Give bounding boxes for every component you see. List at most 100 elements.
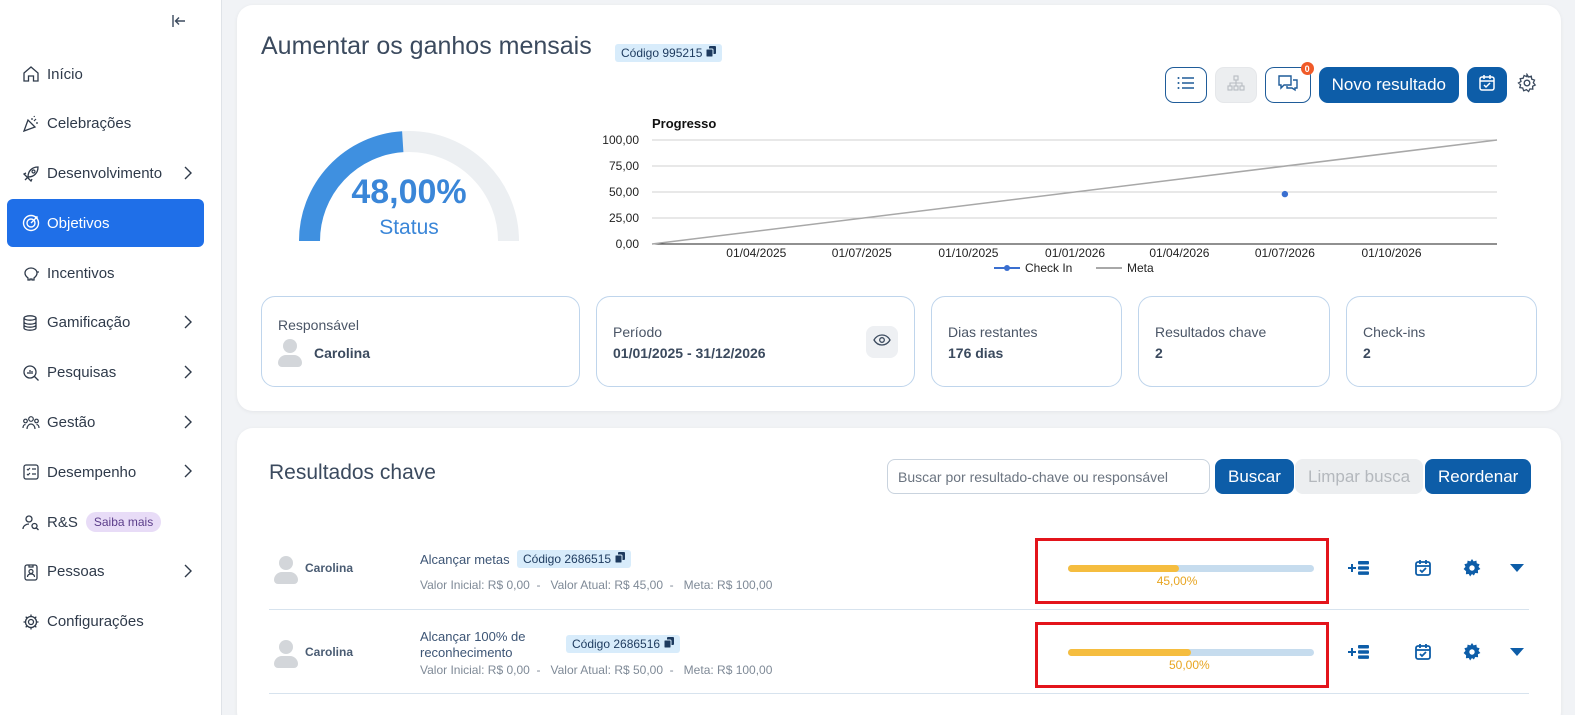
tree-view-button[interactable] xyxy=(1214,67,1257,103)
avatar xyxy=(274,640,298,668)
key-results-card: Resultados chave Buscar Limpar busca Reo… xyxy=(237,428,1561,715)
x-tick-label: 01/07/2026 xyxy=(1255,246,1315,260)
x-tick-label: 01/04/2025 xyxy=(726,246,786,260)
sidebar-item-celebracoes[interactable]: Celebrações xyxy=(7,100,204,148)
periodo-label: Período xyxy=(613,324,663,340)
progress-bar-fill xyxy=(1068,649,1191,656)
expand-chevron-icon[interactable] xyxy=(1505,640,1529,664)
x-tick-label: 01/04/2026 xyxy=(1149,246,1209,260)
list-view-button[interactable] xyxy=(1164,67,1207,103)
sidebar-item-label: Pesquisas xyxy=(47,364,117,382)
sidebar-item-desenvolvimento[interactable]: Desenvolvimento xyxy=(7,150,204,198)
sidebar: Início Celebrações Desenvolvimento Objet… xyxy=(0,0,222,715)
kr-code-chip[interactable]: Código 2686516 xyxy=(566,635,681,653)
kr-code: Código 2686515 xyxy=(523,552,612,566)
kr-count-label: Resultados chave xyxy=(1155,324,1267,340)
objective-toolbar: 0 Novo resultado xyxy=(1164,62,1539,103)
objective-code-chip[interactable]: Código 995215 xyxy=(615,44,723,62)
copy-icon xyxy=(705,46,717,60)
chevron-right-icon xyxy=(184,564,192,582)
chevron-right-icon xyxy=(184,365,192,383)
notification-badge: 0 xyxy=(1300,62,1314,75)
objective-code: Código 995215 xyxy=(621,46,703,60)
sidebar-item-objetivos[interactable]: Objetivos xyxy=(7,199,204,248)
responsavel-label: Responsável xyxy=(278,317,359,333)
table-row[interactable]: Carolina Alcançar metas Código 2686515 V… xyxy=(269,526,1529,610)
checkins-label: Check-ins xyxy=(1363,324,1426,340)
kr-name-line: Alcançar 100% de xyxy=(420,629,526,644)
kr-name[interactable]: Alcançar metas xyxy=(420,552,510,568)
legend-marker xyxy=(1004,265,1010,271)
checkin-calendar-button[interactable] xyxy=(1467,67,1507,103)
sidebar-item-label: Configurações xyxy=(47,613,144,631)
chevron-right-icon xyxy=(184,315,192,333)
expand-chevron-icon[interactable] xyxy=(1505,556,1529,580)
sidebar-item-configuracoes[interactable]: Configurações xyxy=(7,598,204,646)
data-point-check-in xyxy=(1281,190,1289,198)
kr-count-value: 2 xyxy=(1155,345,1163,361)
objective-card: Aumentar os ganhos mensais Código 995215… xyxy=(237,5,1561,411)
sidebar-item-label: Incentivos xyxy=(47,264,115,282)
chat-icon xyxy=(1277,74,1299,97)
saiba-mais-badge[interactable]: Saiba mais xyxy=(85,512,162,533)
gear-icon[interactable] xyxy=(1460,556,1484,580)
legend-label: Check In xyxy=(1025,261,1072,275)
kr-name-line: reconhecimento xyxy=(420,645,513,660)
y-tick-label: 75,00 xyxy=(609,159,639,173)
y-tick-label: 25,00 xyxy=(609,211,639,225)
progress-percentage: 45,00% xyxy=(1156,574,1198,588)
settings-button[interactable] xyxy=(1515,71,1539,98)
piggy-bank-icon xyxy=(21,263,41,283)
status-label: Status xyxy=(379,216,439,239)
checkin-icon[interactable] xyxy=(1411,556,1435,580)
hierarchy-icon xyxy=(1227,74,1245,96)
team-icon xyxy=(21,413,41,433)
add-item-button[interactable] xyxy=(1347,556,1371,580)
periodo-value: 01/01/2025 - 31/12/2026 xyxy=(613,345,766,361)
progress-percentage: 50,00% xyxy=(1169,658,1210,672)
new-result-button[interactable]: Novo resultado xyxy=(1318,67,1459,103)
collapse-sidebar-icon[interactable] xyxy=(168,10,190,32)
sidebar-item-inicio[interactable]: Início xyxy=(7,50,204,98)
sidebar-item-gamificacao[interactable]: Gamificação xyxy=(7,299,204,347)
clear-search-button[interactable]: Limpar busca xyxy=(1295,459,1424,494)
kr-code-chip[interactable]: Código 2686515 xyxy=(517,550,632,568)
checkin-icon[interactable] xyxy=(1411,640,1435,664)
comments-button[interactable]: 0 xyxy=(1264,62,1314,103)
avatar xyxy=(274,556,298,584)
table-row[interactable]: Carolina Alcançar 100% de reconhecimento… xyxy=(269,610,1529,694)
sidebar-item-label: R&S xyxy=(47,513,78,531)
x-tick-label: 01/07/2025 xyxy=(832,246,892,260)
kr-count-box: Resultados chave 2 xyxy=(1138,296,1330,387)
sidebar-item-incentivos[interactable]: Incentivos xyxy=(7,249,204,297)
sidebar-item-label: Celebrações xyxy=(47,115,132,133)
search-button[interactable]: Buscar xyxy=(1215,459,1294,494)
checkins-box: Check-ins 2 xyxy=(1346,296,1537,387)
sidebar-item-pesquisas[interactable]: Pesquisas xyxy=(7,349,204,397)
copy-icon xyxy=(663,637,675,651)
kr-code: Código 2686516 xyxy=(572,637,661,651)
sidebar-item-label: Início xyxy=(47,65,83,83)
view-period-button[interactable] xyxy=(866,326,898,358)
add-item-button[interactable] xyxy=(1347,640,1371,664)
responsavel-box: Responsável Carolina xyxy=(261,296,580,387)
y-tick-label: 0,00 xyxy=(616,237,640,251)
sidebar-item-gestao[interactable]: Gestão xyxy=(7,399,204,447)
sidebar-item-rs[interactable]: R&S Saiba mais xyxy=(7,498,204,546)
gear-icon[interactable] xyxy=(1460,640,1484,664)
kr-values: Valor Inicial: R$ 0,00 - Valor Atual: R$… xyxy=(420,663,773,677)
sidebar-item-desempenho[interactable]: Desempenho xyxy=(7,448,204,496)
search-input[interactable] xyxy=(887,459,1210,494)
dias-box: Dias restantes 176 dias xyxy=(931,296,1122,387)
gear-icon xyxy=(1517,71,1537,98)
dias-value: 176 dias xyxy=(948,345,1004,361)
kr-name[interactable]: Alcançar 100% de reconhecimento xyxy=(420,629,526,661)
progress-bar-fill xyxy=(1068,565,1179,572)
progress-chart: Progresso 100,00 75,00 50,00 25,00 0,00 01/04/… xyxy=(602,116,1498,275)
sidebar-item-label: Objetivos xyxy=(47,214,110,232)
list-icon xyxy=(1177,76,1195,95)
reorder-button[interactable]: Reordenar xyxy=(1425,459,1532,494)
sidebar-item-pessoas[interactable]: Pessoas xyxy=(7,548,204,596)
copy-icon xyxy=(614,552,626,566)
sidebar-item-label: Pessoas xyxy=(47,563,105,581)
